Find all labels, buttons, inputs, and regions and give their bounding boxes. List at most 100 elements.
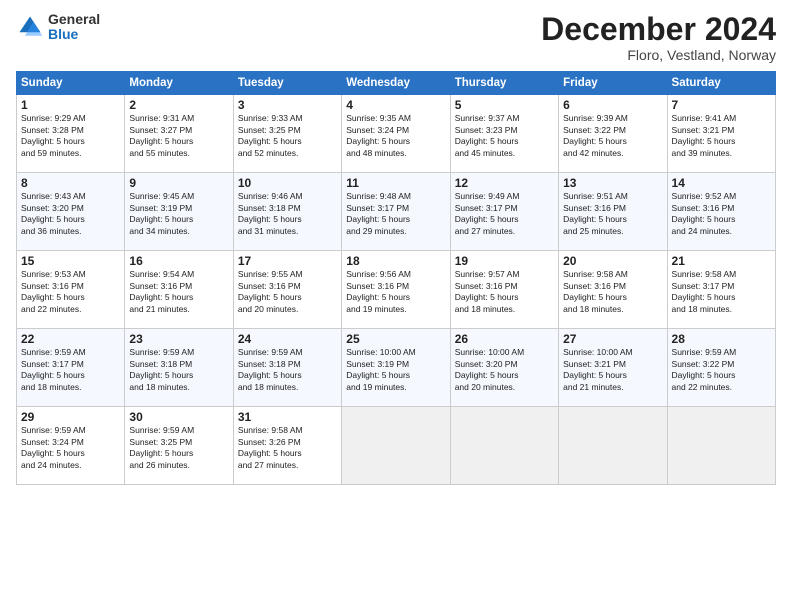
day-detail: Sunrise: 9:52 AM Sunset: 3:16 PM Dayligh… xyxy=(672,191,771,237)
week-row-2: 8Sunrise: 9:43 AM Sunset: 3:20 PM Daylig… xyxy=(17,173,776,251)
day-cell: 28Sunrise: 9:59 AM Sunset: 3:22 PM Dayli… xyxy=(667,329,775,407)
day-cell: 25Sunrise: 10:00 AM Sunset: 3:19 PM Dayl… xyxy=(342,329,450,407)
day-detail: Sunrise: 9:37 AM Sunset: 3:23 PM Dayligh… xyxy=(455,113,554,159)
day-cell: 26Sunrise: 10:00 AM Sunset: 3:20 PM Dayl… xyxy=(450,329,558,407)
day-cell: 3Sunrise: 9:33 AM Sunset: 3:25 PM Daylig… xyxy=(233,95,341,173)
day-number: 23 xyxy=(129,332,228,346)
day-detail: Sunrise: 9:57 AM Sunset: 3:16 PM Dayligh… xyxy=(455,269,554,315)
month-title: December 2024 xyxy=(541,12,776,47)
day-cell xyxy=(667,407,775,485)
col-header-sunday: Sunday xyxy=(17,72,125,95)
day-cell: 13Sunrise: 9:51 AM Sunset: 3:16 PM Dayli… xyxy=(559,173,667,251)
logo-icon xyxy=(16,13,44,41)
logo-general-text: General xyxy=(48,12,100,27)
day-number: 6 xyxy=(563,98,662,112)
day-detail: Sunrise: 9:56 AM Sunset: 3:16 PM Dayligh… xyxy=(346,269,445,315)
col-header-friday: Friday xyxy=(559,72,667,95)
day-cell: 15Sunrise: 9:53 AM Sunset: 3:16 PM Dayli… xyxy=(17,251,125,329)
day-detail: Sunrise: 9:46 AM Sunset: 3:18 PM Dayligh… xyxy=(238,191,337,237)
week-row-1: 1Sunrise: 9:29 AM Sunset: 3:28 PM Daylig… xyxy=(17,95,776,173)
day-cell xyxy=(342,407,450,485)
day-detail: Sunrise: 9:48 AM Sunset: 3:17 PM Dayligh… xyxy=(346,191,445,237)
day-number: 4 xyxy=(346,98,445,112)
day-cell: 5Sunrise: 9:37 AM Sunset: 3:23 PM Daylig… xyxy=(450,95,558,173)
day-number: 3 xyxy=(238,98,337,112)
day-detail: Sunrise: 9:39 AM Sunset: 3:22 PM Dayligh… xyxy=(563,113,662,159)
day-cell: 31Sunrise: 9:58 AM Sunset: 3:26 PM Dayli… xyxy=(233,407,341,485)
day-cell: 16Sunrise: 9:54 AM Sunset: 3:16 PM Dayli… xyxy=(125,251,233,329)
title-block: December 2024 Floro, Vestland, Norway xyxy=(541,12,776,63)
day-cell: 1Sunrise: 9:29 AM Sunset: 3:28 PM Daylig… xyxy=(17,95,125,173)
day-detail: Sunrise: 10:00 AM Sunset: 3:21 PM Daylig… xyxy=(563,347,662,393)
day-cell xyxy=(450,407,558,485)
day-cell: 7Sunrise: 9:41 AM Sunset: 3:21 PM Daylig… xyxy=(667,95,775,173)
day-cell: 14Sunrise: 9:52 AM Sunset: 3:16 PM Dayli… xyxy=(667,173,775,251)
day-detail: Sunrise: 9:59 AM Sunset: 3:22 PM Dayligh… xyxy=(672,347,771,393)
day-detail: Sunrise: 9:55 AM Sunset: 3:16 PM Dayligh… xyxy=(238,269,337,315)
day-cell: 24Sunrise: 9:59 AM Sunset: 3:18 PM Dayli… xyxy=(233,329,341,407)
day-detail: Sunrise: 9:33 AM Sunset: 3:25 PM Dayligh… xyxy=(238,113,337,159)
day-number: 10 xyxy=(238,176,337,190)
day-number: 18 xyxy=(346,254,445,268)
week-row-5: 29Sunrise: 9:59 AM Sunset: 3:24 PM Dayli… xyxy=(17,407,776,485)
day-number: 5 xyxy=(455,98,554,112)
day-number: 28 xyxy=(672,332,771,346)
day-detail: Sunrise: 9:51 AM Sunset: 3:16 PM Dayligh… xyxy=(563,191,662,237)
page: General Blue December 2024 Floro, Vestla… xyxy=(0,0,792,612)
day-cell: 4Sunrise: 9:35 AM Sunset: 3:24 PM Daylig… xyxy=(342,95,450,173)
day-detail: Sunrise: 10:00 AM Sunset: 3:19 PM Daylig… xyxy=(346,347,445,393)
day-number: 12 xyxy=(455,176,554,190)
day-detail: Sunrise: 9:59 AM Sunset: 3:18 PM Dayligh… xyxy=(129,347,228,393)
day-cell: 8Sunrise: 9:43 AM Sunset: 3:20 PM Daylig… xyxy=(17,173,125,251)
day-number: 25 xyxy=(346,332,445,346)
day-number: 26 xyxy=(455,332,554,346)
header: General Blue December 2024 Floro, Vestla… xyxy=(16,12,776,63)
col-header-monday: Monday xyxy=(125,72,233,95)
day-detail: Sunrise: 9:59 AM Sunset: 3:18 PM Dayligh… xyxy=(238,347,337,393)
day-number: 29 xyxy=(21,410,120,424)
day-number: 14 xyxy=(672,176,771,190)
day-cell: 23Sunrise: 9:59 AM Sunset: 3:18 PM Dayli… xyxy=(125,329,233,407)
day-cell xyxy=(559,407,667,485)
day-detail: Sunrise: 9:41 AM Sunset: 3:21 PM Dayligh… xyxy=(672,113,771,159)
day-cell: 10Sunrise: 9:46 AM Sunset: 3:18 PM Dayli… xyxy=(233,173,341,251)
day-detail: Sunrise: 9:35 AM Sunset: 3:24 PM Dayligh… xyxy=(346,113,445,159)
day-number: 24 xyxy=(238,332,337,346)
day-detail: Sunrise: 9:59 AM Sunset: 3:25 PM Dayligh… xyxy=(129,425,228,471)
day-detail: Sunrise: 9:31 AM Sunset: 3:27 PM Dayligh… xyxy=(129,113,228,159)
day-detail: Sunrise: 9:29 AM Sunset: 3:28 PM Dayligh… xyxy=(21,113,120,159)
col-header-wednesday: Wednesday xyxy=(342,72,450,95)
day-number: 20 xyxy=(563,254,662,268)
day-detail: Sunrise: 9:54 AM Sunset: 3:16 PM Dayligh… xyxy=(129,269,228,315)
day-cell: 9Sunrise: 9:45 AM Sunset: 3:19 PM Daylig… xyxy=(125,173,233,251)
col-header-tuesday: Tuesday xyxy=(233,72,341,95)
day-cell: 2Sunrise: 9:31 AM Sunset: 3:27 PM Daylig… xyxy=(125,95,233,173)
day-cell: 30Sunrise: 9:59 AM Sunset: 3:25 PM Dayli… xyxy=(125,407,233,485)
day-number: 2 xyxy=(129,98,228,112)
day-number: 11 xyxy=(346,176,445,190)
day-detail: Sunrise: 9:53 AM Sunset: 3:16 PM Dayligh… xyxy=(21,269,120,315)
logo: General Blue xyxy=(16,12,100,43)
location: Floro, Vestland, Norway xyxy=(541,47,776,63)
day-detail: Sunrise: 9:58 AM Sunset: 3:26 PM Dayligh… xyxy=(238,425,337,471)
day-number: 13 xyxy=(563,176,662,190)
day-number: 19 xyxy=(455,254,554,268)
day-detail: Sunrise: 9:45 AM Sunset: 3:19 PM Dayligh… xyxy=(129,191,228,237)
col-header-thursday: Thursday xyxy=(450,72,558,95)
day-cell: 17Sunrise: 9:55 AM Sunset: 3:16 PM Dayli… xyxy=(233,251,341,329)
day-cell: 19Sunrise: 9:57 AM Sunset: 3:16 PM Dayli… xyxy=(450,251,558,329)
col-header-saturday: Saturday xyxy=(667,72,775,95)
day-cell: 6Sunrise: 9:39 AM Sunset: 3:22 PM Daylig… xyxy=(559,95,667,173)
day-cell: 27Sunrise: 10:00 AM Sunset: 3:21 PM Dayl… xyxy=(559,329,667,407)
day-number: 27 xyxy=(563,332,662,346)
day-cell: 20Sunrise: 9:58 AM Sunset: 3:16 PM Dayli… xyxy=(559,251,667,329)
day-cell: 22Sunrise: 9:59 AM Sunset: 3:17 PM Dayli… xyxy=(17,329,125,407)
day-detail: Sunrise: 9:59 AM Sunset: 3:17 PM Dayligh… xyxy=(21,347,120,393)
day-number: 15 xyxy=(21,254,120,268)
day-detail: Sunrise: 9:43 AM Sunset: 3:20 PM Dayligh… xyxy=(21,191,120,237)
day-number: 9 xyxy=(129,176,228,190)
day-cell: 21Sunrise: 9:58 AM Sunset: 3:17 PM Dayli… xyxy=(667,251,775,329)
day-detail: Sunrise: 9:49 AM Sunset: 3:17 PM Dayligh… xyxy=(455,191,554,237)
day-cell: 29Sunrise: 9:59 AM Sunset: 3:24 PM Dayli… xyxy=(17,407,125,485)
day-detail: Sunrise: 9:59 AM Sunset: 3:24 PM Dayligh… xyxy=(21,425,120,471)
